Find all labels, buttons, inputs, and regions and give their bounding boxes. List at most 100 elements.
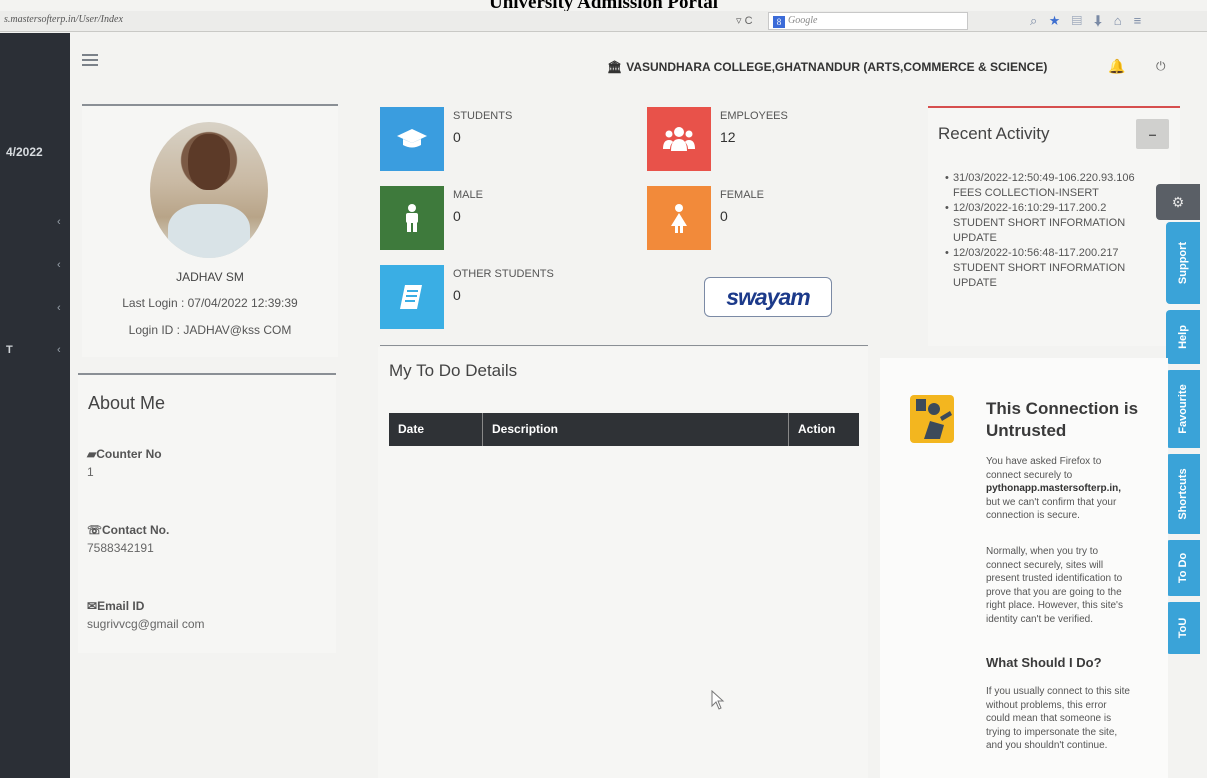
text-line: connect securely, sites will [986, 559, 1104, 571]
book-icon [380, 265, 444, 329]
stat-female[interactable]: FEMALE 0 [647, 186, 847, 252]
activity-line: UPDATE [953, 277, 997, 289]
about-me-card: About Me ▰Counter No 1 ☏Contact No. 7588… [78, 373, 336, 653]
avatar [150, 122, 268, 258]
chevron-left-icon[interactable]: ‹ [57, 259, 61, 271]
column-action[interactable]: Action [789, 413, 859, 446]
stat-label: EMPLOYEES [720, 110, 788, 122]
menu-icon[interactable]: ≡ [1134, 13, 1154, 28]
tab-label: Favourite [1177, 384, 1189, 434]
tab-label: Support [1177, 241, 1189, 285]
sidebar: 4/2022 ‹ ‹ ‹ T ‹ [0, 33, 70, 778]
reload-icon[interactable]: ▿ C [736, 14, 753, 27]
text-line: Normally, when you try to [986, 546, 1099, 557]
column-date[interactable]: Date [389, 413, 483, 446]
college-name-text: VASUNDHARA COLLEGE,GHATNANDUR (ARTS,COMM… [626, 60, 1048, 74]
text-line: connect securely to [986, 469, 1073, 481]
stat-other-students[interactable]: OTHER STUDENTS 0 [380, 265, 600, 331]
untrusted-title-line: This Connection is [986, 399, 1139, 418]
activity-line: 12/03/2022-16:10:29-117.200.2 [953, 202, 1107, 214]
profile-card: JADHAV SM Last Login : 07/04/2022 12:39:… [82, 104, 338, 357]
phone-icon: ☏ [87, 523, 103, 537]
text-line: connection is secure. [986, 510, 1080, 521]
activity-title: Recent Activity [938, 124, 1050, 143]
tab-favourite[interactable]: Favourite [1166, 370, 1200, 448]
gear-icon[interactable]: ⚙ [1156, 184, 1200, 220]
recent-activity-card: Recent Activity – 31/03/2022-12:50:49-10… [928, 106, 1180, 346]
power-icon[interactable]: ⏻ [1156, 59, 1166, 74]
untrusted-subtitle: What Should I Do? [986, 655, 1102, 670]
minimize-button[interactable]: – [1136, 119, 1169, 149]
contact-label: ☏Contact No. [87, 523, 169, 537]
counter-value: 1 [87, 465, 94, 479]
stat-value: 0 [720, 208, 728, 224]
sidebar-item-letter[interactable]: T [6, 344, 13, 356]
todo-title: My To Do Details [389, 361, 518, 380]
activity-line: FEES COLLECTION-INSERT [953, 187, 1099, 199]
envelope-icon: ✉ [87, 599, 98, 613]
counter-label: ▰Counter No [87, 447, 162, 461]
avatar-shirt [168, 204, 250, 258]
chevron-left-icon[interactable]: ‹ [57, 302, 61, 314]
tab-label: Shortcuts [1177, 468, 1189, 520]
swayam-logo-text: swayam [726, 284, 811, 310]
tab-label: Help [1177, 325, 1189, 349]
tab-tou[interactable]: ToU [1166, 602, 1200, 654]
graduation-cap-icon [380, 107, 444, 171]
untrusted-paragraph-3: If you usually connect to this site with… [986, 685, 1146, 753]
sidebar-date: 4/2022 [6, 145, 43, 159]
text-line: trying to impersonate the site, [986, 726, 1118, 738]
tab-support[interactable]: Support [1166, 222, 1200, 304]
column-description[interactable]: Description [483, 413, 789, 446]
untrusted-title: This Connection is Untrusted [986, 398, 1138, 442]
untrusted-connection-panel: This Connection is Untrusted You have ask… [880, 358, 1168, 778]
tab-shortcuts[interactable]: Shortcuts [1166, 454, 1200, 534]
bell-icon[interactable]: 🔔 [1108, 58, 1125, 75]
untrusted-title-line: Untrusted [986, 421, 1067, 440]
text-line: identity can't be verified. [986, 613, 1093, 625]
profile-name: JADHAV SM [176, 270, 244, 284]
text-line: right place. However, this site's [986, 600, 1123, 611]
users-icon [647, 107, 711, 171]
login-id: Login ID : JADHAV@kss COM [128, 323, 292, 337]
activity-line: UPDATE [953, 232, 997, 244]
warning-officer-icon [910, 395, 954, 443]
chevron-left-icon[interactable]: ‹ [57, 344, 61, 356]
hamburger-menu-icon[interactable] [82, 54, 98, 66]
search-engine-box[interactable]: 8 Google [768, 12, 968, 30]
text-line: present trusted identification to [986, 573, 1123, 584]
stat-students[interactable]: STUDENTS 0 [380, 107, 580, 173]
bookmark-star-icon[interactable]: ★ [1049, 13, 1072, 28]
activity-line: STUDENT SHORT INFORMATION [953, 217, 1126, 229]
email-label-text: Email ID [97, 599, 145, 613]
text-line: You have asked Firefox to [986, 456, 1102, 467]
activity-line: 12/03/2022-10:56:48-117.200.217 [953, 247, 1119, 259]
chevron-left-icon[interactable]: ‹ [57, 216, 61, 228]
stat-value: 0 [453, 208, 461, 224]
tab-help[interactable]: Help [1166, 310, 1200, 364]
bookmarks-icon[interactable]: ▤ [1072, 13, 1094, 28]
text-line: pythonapp.mastersofterp.in, [986, 482, 1146, 496]
download-icon[interactable]: ⬇ [1094, 13, 1114, 28]
last-login: Last Login : 07/04/2022 12:39:39 [122, 296, 298, 310]
url-bar[interactable]: s.mastersofterp.in/User/Index [4, 14, 123, 25]
todo-table-header: Date Description Action [389, 413, 859, 446]
tab-todo[interactable]: To Do [1166, 540, 1200, 596]
stat-employees[interactable]: EMPLOYEES 12 [647, 107, 847, 173]
swayam-logo[interactable]: swayam [704, 277, 832, 317]
browser-icons: ⌕★▤⬇⌂≡ [1030, 13, 1153, 29]
email-value: sugrivvcg@gmail com [87, 617, 205, 631]
list-item: 12/03/2022-10:56:48-117.200.217 STUDENT S… [945, 246, 1178, 291]
bank-icon: 🏛 [607, 60, 623, 74]
stat-label: OTHER STUDENTS [453, 268, 554, 280]
text-line: If you usually connect to this site [986, 686, 1130, 697]
home-icon[interactable]: ⌂ [1114, 13, 1134, 28]
stat-male[interactable]: MALE 0 [380, 186, 580, 252]
stat-label: FEMALE [720, 189, 765, 201]
search-icon[interactable]: ⌕ [1030, 13, 1049, 28]
activity-line: STUDENT SHORT INFORMATION [953, 262, 1126, 274]
google-icon: 8 [773, 16, 785, 28]
stat-label: MALE [453, 189, 483, 201]
contact-label-text: Contact No. [102, 523, 170, 537]
todo-card: My To Do Details Date Description Action [378, 347, 868, 778]
